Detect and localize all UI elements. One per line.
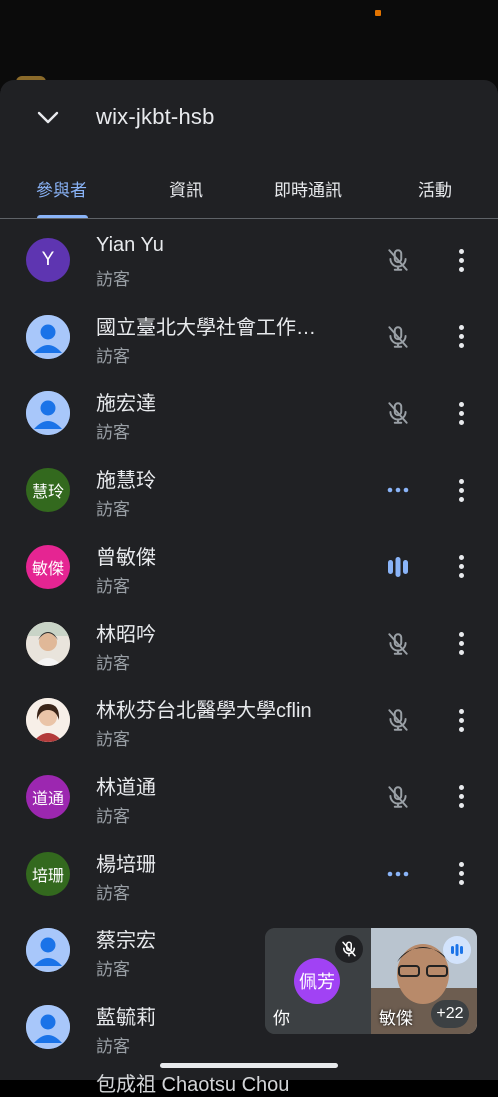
audio-idle-icon bbox=[384, 860, 412, 888]
participant-role: 訪客 bbox=[96, 806, 130, 826]
tab-chat[interactable]: 即時通訊 bbox=[274, 176, 342, 201]
participant-row[interactable]: 國立臺北大學社會工作… 訪客 bbox=[0, 299, 498, 375]
speaking-indicator-icon bbox=[384, 553, 412, 581]
participant-name: 施宏達 bbox=[96, 393, 156, 416]
more-options-icon[interactable] bbox=[450, 860, 472, 888]
participant-row[interactable]: 林秋芬台北醫學大學cflin 訪客 bbox=[0, 682, 498, 758]
participant-name: Yian Yu bbox=[96, 234, 164, 256]
self-avatar: 佩芳 bbox=[294, 958, 340, 1004]
mic-off-icon bbox=[335, 935, 363, 963]
participant-role: 訪客 bbox=[96, 576, 130, 596]
tab-info[interactable]: 資訊 bbox=[169, 176, 203, 201]
more-options-icon[interactable] bbox=[450, 630, 472, 658]
mic-off-icon[interactable] bbox=[384, 323, 412, 351]
more-participants-count: +22 bbox=[431, 1000, 469, 1028]
default-avatar-icon bbox=[26, 314, 70, 359]
participant-role: 訪客 bbox=[96, 500, 130, 520]
avatar: 道通 bbox=[26, 774, 70, 819]
participant-role: 訪客 bbox=[96, 423, 130, 443]
mic-off-icon[interactable] bbox=[384, 399, 412, 427]
participant-row[interactable]: 施宏達 訪客 bbox=[0, 375, 498, 451]
tab-participants[interactable]: 參與者 bbox=[36, 176, 87, 201]
tab-activities[interactable]: 活動 bbox=[418, 176, 452, 201]
self-view-tile[interactable]: 佩芳 你 敏傑 +22 bbox=[265, 928, 477, 1034]
participant-row[interactable]: 道通 林道通訪客 bbox=[0, 759, 498, 835]
avatar: 慧玲 bbox=[26, 468, 70, 513]
status-bar-area bbox=[0, 0, 498, 90]
privacy-indicator-dot bbox=[375, 10, 381, 16]
participant-role: 訪客 bbox=[96, 270, 130, 289]
participant-row[interactable]: 敏傑 曾敏傑訪客 bbox=[0, 529, 498, 605]
tab-bar: 參與者 資訊 即時通訊 活動 bbox=[0, 156, 498, 219]
mic-off-icon[interactable] bbox=[384, 246, 412, 274]
participant-name: 施慧玲 bbox=[96, 470, 156, 493]
speaker-label: 敏傑 bbox=[379, 1009, 413, 1028]
avatar: Y bbox=[26, 238, 70, 282]
more-options-icon[interactable] bbox=[450, 476, 472, 504]
avatar-photo bbox=[26, 621, 70, 666]
speaking-indicator-icon bbox=[443, 936, 471, 964]
more-options-icon[interactable] bbox=[450, 399, 472, 427]
self-label: 你 bbox=[273, 1009, 290, 1028]
home-indicator[interactable] bbox=[160, 1063, 338, 1068]
participant-name: 國立臺北大學社會工作… bbox=[96, 316, 316, 339]
sheet-header: wix-jkbt-hsb bbox=[0, 80, 498, 156]
chevron-down-icon[interactable] bbox=[34, 104, 62, 132]
cut-off-participant-name: 包成祖 Chaotsu Chou bbox=[96, 1074, 290, 1096]
more-options-icon[interactable] bbox=[450, 246, 472, 274]
participant-role: 訪客 bbox=[96, 1037, 130, 1056]
mic-off-icon[interactable] bbox=[384, 783, 412, 811]
participant-role: 訪客 bbox=[96, 883, 130, 903]
active-tab-indicator bbox=[37, 215, 88, 218]
mic-off-icon[interactable] bbox=[384, 706, 412, 734]
participant-name: 林秋芬台北醫學大學cflin bbox=[96, 700, 312, 723]
participant-name: 楊培珊 bbox=[96, 853, 156, 876]
participant-role: 訪客 bbox=[96, 653, 130, 673]
participant-name: 藍毓莉 bbox=[96, 1007, 156, 1029]
participant-row[interactable]: 林昭吟 訪客 bbox=[0, 606, 498, 682]
more-options-icon[interactable] bbox=[450, 706, 472, 734]
avatar: 敏傑 bbox=[26, 544, 70, 589]
meeting-code: wix-jkbt-hsb bbox=[96, 104, 215, 129]
default-avatar-icon bbox=[26, 1005, 70, 1049]
participant-row[interactable]: 慧玲 施慧玲訪客 bbox=[0, 452, 498, 528]
avatar-photo bbox=[26, 698, 70, 743]
participant-name: 林昭吟 bbox=[96, 623, 156, 646]
more-options-icon[interactable] bbox=[450, 783, 472, 811]
mic-off-icon[interactable] bbox=[384, 630, 412, 658]
more-options-icon[interactable] bbox=[450, 323, 472, 351]
participant-row[interactable]: 培珊 楊培珊訪客 bbox=[0, 836, 498, 912]
default-avatar-icon bbox=[26, 391, 70, 436]
participant-role: 訪客 bbox=[96, 960, 130, 980]
more-options-icon[interactable] bbox=[450, 553, 472, 581]
participant-name: 曾敏傑 bbox=[96, 546, 156, 569]
avatar: 培珊 bbox=[26, 851, 70, 896]
participant-name: 蔡宗宏 bbox=[96, 930, 156, 953]
participant-role: 訪客 bbox=[96, 730, 130, 750]
participant-name: 林道通 bbox=[96, 776, 156, 799]
participant-role: 訪客 bbox=[96, 346, 130, 366]
audio-idle-icon bbox=[384, 476, 412, 504]
participant-row[interactable]: Y Yian Yu 訪客 bbox=[0, 222, 498, 298]
default-avatar-icon bbox=[26, 928, 70, 973]
